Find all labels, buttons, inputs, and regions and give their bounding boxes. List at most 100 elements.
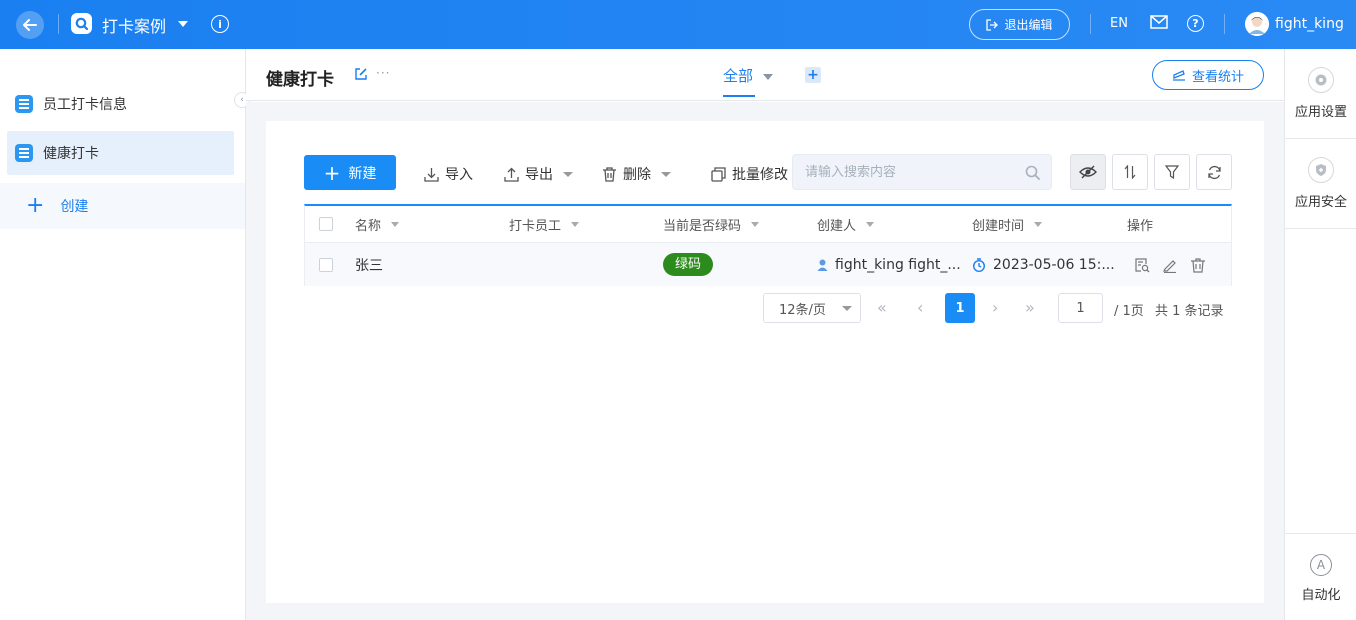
batch-edit-label: 批量修改 [732, 167, 788, 183]
sort-icon [1124, 165, 1136, 179]
avatar[interactable] [1245, 12, 1269, 36]
caret-down-icon[interactable] [177, 16, 189, 32]
main-header: 健康打卡 ··· 全部 + 查看统计 [246, 49, 1284, 101]
search-input[interactable] [793, 155, 1003, 189]
language-switch[interactable]: EN [1110, 16, 1128, 31]
caret-down-icon[interactable] [571, 221, 580, 227]
app-security-label: 应用安全 [1294, 195, 1347, 210]
clock-icon [973, 257, 985, 272]
export-button[interactable]: 导出 [504, 164, 573, 184]
import-button[interactable]: 导入 [424, 164, 473, 184]
column-header-employee[interactable]: 打卡员工 [509, 206, 580, 242]
creator-name: fight_king fight_... [835, 256, 961, 273]
trash-icon [603, 166, 616, 182]
prev-page-icon[interactable]: ‹ [917, 298, 923, 317]
caret-down-icon[interactable] [762, 69, 774, 85]
cell-creator: fight_king fight_... [817, 243, 961, 286]
sidebar-item-label: 员工打卡信息 [43, 97, 127, 113]
cell-name: 张三 [355, 257, 383, 274]
caret-down-icon[interactable] [751, 221, 760, 227]
column-header-creator[interactable]: 创建人 [817, 206, 875, 242]
plus-icon: + [26, 193, 45, 218]
column-header-green-code[interactable]: 当前是否绿码 [663, 206, 760, 242]
logout-icon [986, 18, 999, 31]
hide-fields-button[interactable] [1070, 154, 1106, 190]
last-page-icon[interactable]: » [1025, 298, 1035, 317]
caret-down-icon [842, 306, 852, 311]
refresh-button[interactable] [1196, 154, 1232, 190]
column-header-created-at[interactable]: 创建时间 [972, 206, 1043, 242]
automation-button[interactable]: A 自动化 [1285, 533, 1356, 620]
back-arrow-icon[interactable] [16, 11, 44, 39]
column-header-name[interactable]: 名称 [355, 206, 400, 242]
sidebar-item-employee-checkin[interactable]: 员工打卡信息 [7, 82, 234, 126]
app-security-button[interactable]: 应用安全 [1285, 139, 1356, 229]
eye-off-icon [1079, 165, 1097, 179]
app-settings-label: 应用设置 [1294, 105, 1347, 120]
add-view-button[interactable]: + [805, 67, 821, 83]
filter-button[interactable] [1154, 154, 1190, 190]
edit-icon[interactable] [1162, 257, 1178, 273]
view-detail-icon[interactable] [1134, 257, 1150, 273]
exit-edit-button[interactable]: 退出编辑 [969, 9, 1070, 40]
top-bar: 打卡案例 i 退出编辑 EN ? fight_king [0, 0, 1356, 49]
sidebar-item-label: 健康打卡 [43, 146, 99, 162]
search-box [792, 154, 1052, 190]
active-tab-indicator [723, 95, 755, 97]
row-checkbox[interactable] [319, 243, 333, 286]
user-icon [817, 259, 828, 271]
edit-icon[interactable] [354, 67, 368, 85]
page-title: 健康打卡 [266, 70, 334, 90]
import-label: 导入 [445, 167, 473, 183]
page-size-select[interactable]: 12条/页 [763, 293, 861, 323]
cell-green-code: 绿码 [663, 243, 714, 286]
tab-all[interactable]: 全部 [723, 65, 753, 86]
records-table: 名称 打卡员工 当前是否绿码 创建人 创建时间 操作 张三 绿码 fight_k… [304, 204, 1232, 286]
sidebar-item-health-checkin[interactable]: 健康打卡 [7, 131, 234, 175]
delete-label: 删除 [623, 167, 651, 183]
page-1-button[interactable]: 1 [945, 293, 975, 323]
table-row[interactable]: 张三 绿码 fight_king fight_... 2023-05-06 15… [305, 243, 1231, 286]
divider [1224, 14, 1225, 34]
total-pages: / 1页 [1114, 304, 1144, 319]
stats-icon [1172, 70, 1185, 81]
view-stats-label: 查看统计 [1191, 69, 1244, 85]
create-button[interactable]: + 创建 [0, 183, 245, 229]
trash-icon[interactable] [1190, 257, 1206, 273]
mail-icon[interactable] [1150, 15, 1168, 33]
created-at-text: 2023-05-06 15:... [993, 256, 1115, 273]
right-rail: 应用设置 应用安全 A 自动化 [1284, 49, 1356, 620]
export-label: 导出 [525, 167, 553, 183]
page-jump-input[interactable]: 1 [1058, 293, 1103, 323]
automation-label: 自动化 [1301, 588, 1341, 603]
shield-icon [1308, 157, 1334, 183]
download-icon [424, 167, 439, 182]
search-icon[interactable] [1025, 165, 1040, 184]
exit-edit-label: 退出编辑 [1004, 18, 1053, 32]
info-icon[interactable]: i [211, 15, 229, 33]
refresh-icon [1207, 165, 1221, 179]
batch-edit-button[interactable]: 批量修改 [711, 164, 788, 184]
sort-button[interactable] [1112, 154, 1148, 190]
new-record-button[interactable]: + 新建 [304, 155, 396, 190]
next-page-icon[interactable]: › [992, 298, 998, 317]
cell-actions [1134, 243, 1206, 286]
delete-button[interactable]: 删除 [602, 164, 671, 184]
caret-down-icon[interactable] [391, 221, 400, 227]
select-all-checkbox[interactable] [319, 206, 333, 242]
view-stats-button[interactable]: 查看统计 [1152, 60, 1264, 90]
upload-icon [504, 167, 519, 182]
status-badge: 绿码 [663, 253, 714, 276]
caret-down-icon[interactable] [1034, 221, 1043, 227]
caret-down-icon [661, 171, 671, 177]
more-icon[interactable]: ··· [376, 66, 390, 80]
caret-down-icon[interactable] [866, 221, 875, 227]
username[interactable]: fight_king [1275, 16, 1344, 32]
app-title[interactable]: 打卡案例 [102, 13, 166, 37]
page-size-value: 12条/页 [779, 302, 826, 318]
column-header-actions: 操作 [1127, 218, 1154, 234]
help-icon[interactable]: ? [1187, 15, 1204, 32]
app-settings-button[interactable]: 应用设置 [1285, 49, 1356, 139]
first-page-icon[interactable]: « [877, 298, 887, 317]
automation-icon: A [1310, 554, 1332, 576]
